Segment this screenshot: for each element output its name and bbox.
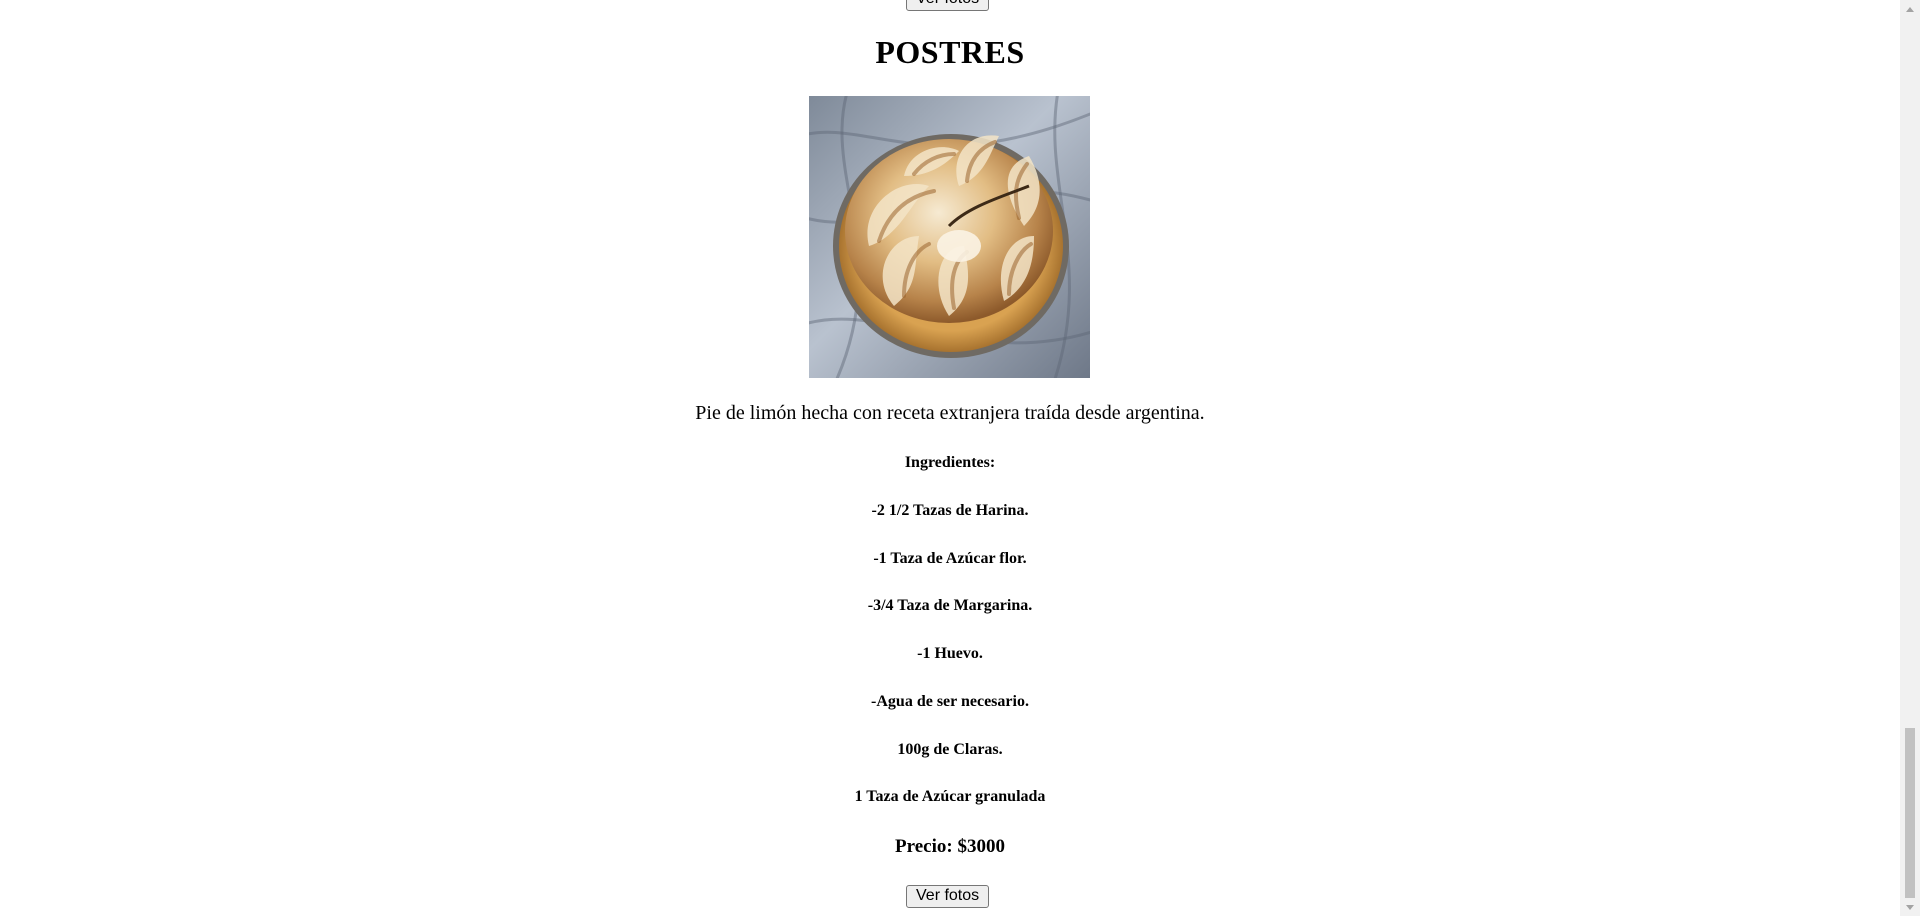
dish-price: Precio: $3000 <box>895 836 1005 857</box>
ingredient-item: -Agua de ser necesario. <box>871 693 1029 710</box>
ingredient-item: -1 Huevo. <box>917 645 983 662</box>
ingredient-item: -3/4 Taza de Margarina. <box>867 597 1033 614</box>
arrow-up-icon[interactable] <box>1900 0 1920 17</box>
ingredient-item: -2 1/2 Tazas de Harina. <box>871 502 1029 519</box>
lemon-pie-image <box>809 96 1090 378</box>
page-viewport: Ver fotos POSTRES <box>0 0 1900 916</box>
dish-description: Pie de limón hecha con receta extranjera… <box>695 402 1205 424</box>
ingredient-item: 1 Taza de Azúcar granulada <box>854 788 1046 805</box>
ver-fotos-button[interactable]: Ver fotos <box>906 885 990 908</box>
ver-fotos-button-previous[interactable]: Ver fotos <box>906 0 990 11</box>
arrow-down-icon[interactable] <box>1900 899 1920 916</box>
vertical-scrollbar[interactable] <box>1900 0 1920 916</box>
ingredient-item: 100g de Claras. <box>897 741 1003 758</box>
ingredients-heading: Ingredientes: <box>904 454 996 471</box>
ingredient-item: -1 Taza de Azúcar flor. <box>873 550 1027 567</box>
scrollbar-thumb[interactable] <box>1905 728 1915 898</box>
section-title: POSTRES <box>875 34 1025 70</box>
